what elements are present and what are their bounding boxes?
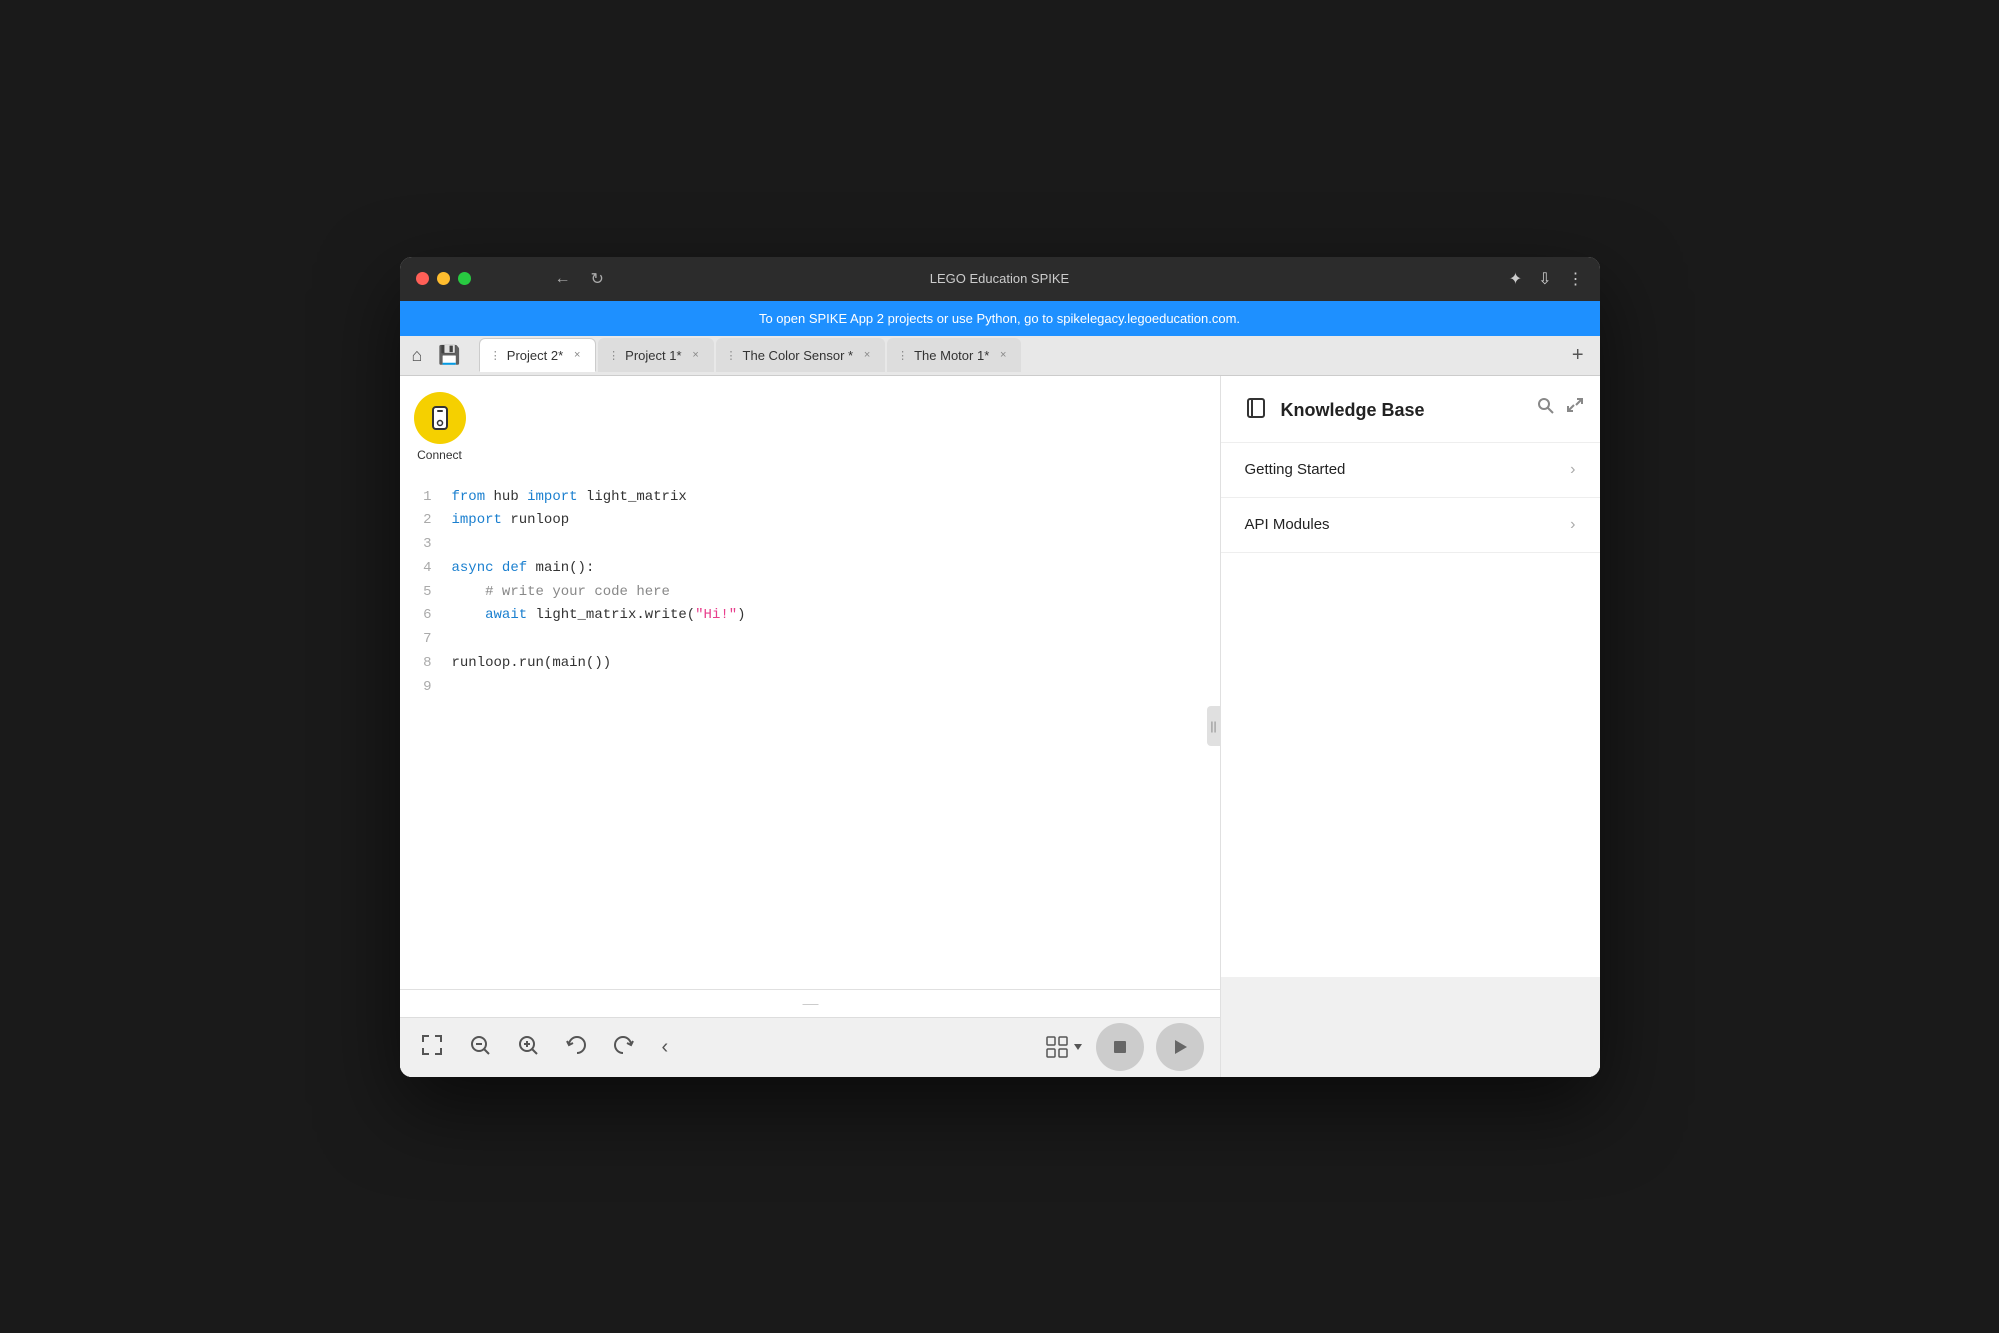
main-content: Connect 1 from hub import light_matrix 2…: [400, 376, 1600, 1077]
code-line: 3: [416, 533, 1204, 557]
tab-bar: ⌂ 💾 ⋮ Project 2* × ⋮ Project 1* × ⋮ The …: [400, 336, 1600, 376]
back-button[interactable]: ←: [551, 266, 575, 292]
info-banner: To open SPIKE App 2 projects or use Pyth…: [400, 301, 1600, 336]
panel-collapse-handle[interactable]: ||: [1207, 706, 1221, 746]
collapse-panel-button[interactable]: ‹: [656, 1030, 675, 1065]
kb-item-label: API Modules: [1245, 516, 1330, 533]
zoom-in-button[interactable]: [512, 1029, 544, 1066]
tab-close-button[interactable]: ×: [995, 347, 1011, 363]
kb-items: Getting Started › API Modules ›: [1221, 443, 1600, 977]
knowledge-base-panel: || Knowledge Base: [1220, 376, 1600, 1077]
code-line: 4 async def main():: [416, 557, 1204, 581]
tab-project1[interactable]: ⋮ Project 1* ×: [598, 338, 713, 372]
tab-label: The Color Sensor *: [743, 348, 854, 363]
tab-motor[interactable]: ⋮ The Motor 1* ×: [887, 338, 1021, 372]
undo-button[interactable]: [560, 1029, 592, 1066]
tab-menu-icon[interactable]: ⋮: [897, 349, 908, 362]
tab-close-button[interactable]: ×: [569, 347, 585, 363]
chevron-right-icon: ›: [1570, 461, 1575, 479]
close-button[interactable]: [416, 272, 429, 285]
code-line: 8 runloop.run(main()): [416, 652, 1204, 676]
fullscreen-button[interactable]: [416, 1029, 448, 1066]
kb-item-label: Getting Started: [1245, 461, 1346, 478]
kb-header: Knowledge Base: [1221, 376, 1600, 443]
code-line: 9: [416, 676, 1204, 700]
tab-bar-left: ⌂ 💾: [408, 341, 477, 370]
home-button[interactable]: ⌂: [408, 341, 427, 370]
minimize-button[interactable]: [437, 272, 450, 285]
stop-button[interactable]: [1096, 1023, 1144, 1071]
kb-search-button[interactable]: [1536, 396, 1554, 419]
connect-icon: [414, 392, 466, 444]
tab-close-button[interactable]: ×: [859, 347, 875, 363]
add-tab-button[interactable]: +: [1564, 340, 1592, 371]
tab-label: The Motor 1*: [914, 348, 989, 363]
extensions-icon[interactable]: ✦: [1509, 269, 1522, 289]
reload-button[interactable]: ↻: [587, 265, 608, 293]
toolbar-right: [1046, 1023, 1204, 1071]
tab-label: Project 1*: [625, 348, 681, 363]
book-icon: [1245, 396, 1269, 426]
kb-bottom-panel: [1221, 977, 1600, 1077]
tab-menu-icon[interactable]: ⋮: [490, 349, 501, 362]
grid-view-button[interactable]: [1046, 1036, 1084, 1058]
download-icon[interactable]: ⇩: [1538, 269, 1551, 289]
tab-menu-icon[interactable]: ⋮: [726, 349, 737, 362]
bottom-toolbar: ‹: [400, 1017, 1220, 1077]
kb-title: Knowledge Base: [1281, 400, 1425, 421]
title-bar: ← ↻ LEGO Education SPIKE ✦ ⇩ ⋮: [400, 257, 1600, 301]
code-line: 5 # write your code here: [416, 581, 1204, 605]
more-options-icon[interactable]: ⋮: [1568, 269, 1584, 289]
code-editor[interactable]: 1 from hub import light_matrix 2 import …: [400, 478, 1220, 989]
code-line: 1 from hub import light_matrix: [416, 486, 1204, 510]
editor-area: Connect 1 from hub import light_matrix 2…: [400, 376, 1220, 1077]
nav-controls: ← ↻: [551, 265, 608, 293]
connect-button[interactable]: Connect: [400, 376, 480, 478]
code-line: 2 import runloop: [416, 509, 1204, 533]
window-title: LEGO Education SPIKE: [930, 271, 1069, 286]
kb-item-api-modules[interactable]: API Modules ›: [1221, 498, 1600, 553]
resize-handle[interactable]: ⎯⎯: [400, 989, 1220, 1017]
play-button[interactable]: [1156, 1023, 1204, 1071]
kb-item-getting-started[interactable]: Getting Started ›: [1221, 443, 1600, 498]
zoom-out-button[interactable]: [464, 1029, 496, 1066]
chevron-right-icon: ›: [1570, 516, 1575, 534]
save-button[interactable]: 💾: [434, 341, 464, 370]
tab-project2[interactable]: ⋮ Project 2* ×: [479, 338, 596, 372]
app-window: ← ↻ LEGO Education SPIKE ✦ ⇩ ⋮ To open S…: [400, 257, 1600, 1077]
code-line: 6 await light_matrix.write("Hi!"): [416, 604, 1204, 628]
title-bar-right: ✦ ⇩ ⋮: [1509, 269, 1584, 289]
connect-label: Connect: [417, 448, 462, 462]
traffic-lights: [416, 272, 471, 285]
tab-label: Project 2*: [507, 348, 563, 363]
kb-tools: [1536, 396, 1584, 419]
tab-close-button[interactable]: ×: [688, 347, 704, 363]
kb-minimize-button[interactable]: [1566, 396, 1584, 419]
redo-button[interactable]: [608, 1029, 640, 1066]
code-line: 7: [416, 628, 1204, 652]
tab-color-sensor[interactable]: ⋮ The Color Sensor * ×: [716, 338, 886, 372]
tab-menu-icon[interactable]: ⋮: [608, 349, 619, 362]
maximize-button[interactable]: [458, 272, 471, 285]
